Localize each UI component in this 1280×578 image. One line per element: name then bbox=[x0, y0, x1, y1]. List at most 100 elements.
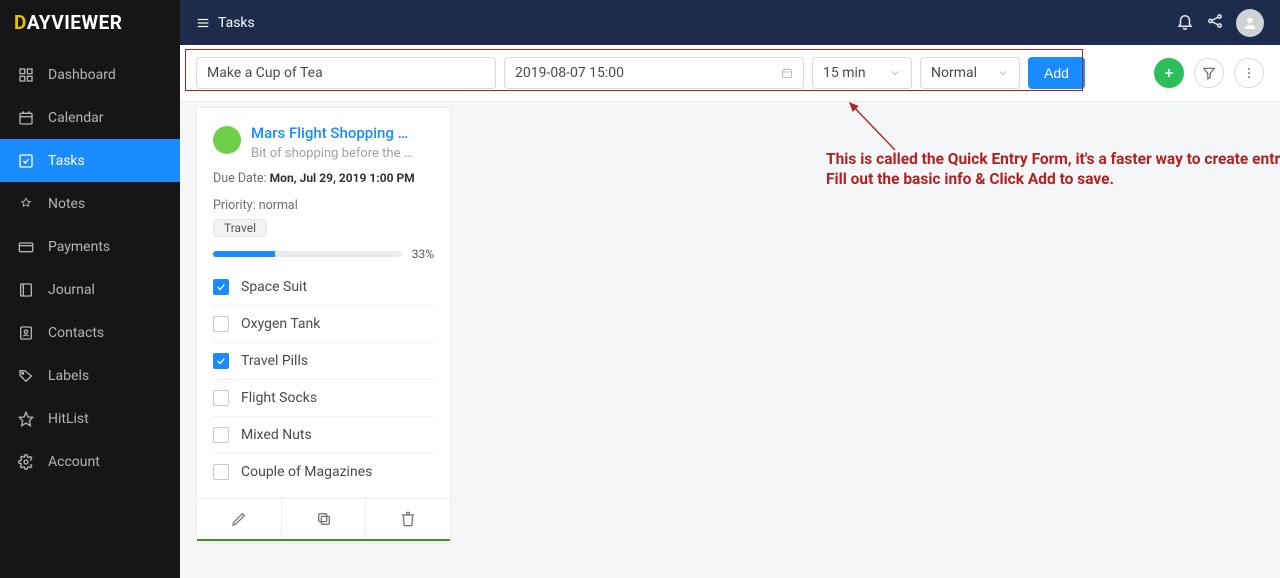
task-card: Mars Flight Shopping … Bit of shopping b… bbox=[196, 107, 451, 542]
sidebar-item-label: Notes bbox=[48, 196, 85, 212]
quickentry-priority-select[interactable]: Normal bbox=[920, 57, 1020, 89]
checklist-label: Mixed Nuts bbox=[241, 427, 312, 443]
checklist-label: Travel Pills bbox=[241, 353, 308, 369]
checklist-label: Space Suit bbox=[241, 279, 307, 295]
brand-d: D bbox=[14, 11, 27, 34]
topbar: Tasks bbox=[180, 0, 1280, 45]
edit-icon bbox=[231, 511, 247, 527]
card-title-link[interactable]: Mars Flight Shopping … bbox=[251, 124, 412, 142]
checkbox[interactable] bbox=[213, 353, 229, 369]
card-copy-button[interactable] bbox=[282, 499, 367, 539]
sidebar-item-account[interactable]: Account bbox=[0, 440, 180, 483]
creditcard-icon bbox=[18, 239, 34, 255]
sidebar-item-labels[interactable]: Labels bbox=[0, 354, 180, 397]
sidebar-item-label: Dashboard bbox=[48, 67, 116, 83]
user-avatar[interactable] bbox=[1236, 9, 1264, 37]
annotation-arrow bbox=[840, 95, 900, 155]
annotation-text: This is called the Quick Entry Form, it'… bbox=[826, 149, 1280, 189]
pin-icon bbox=[18, 196, 34, 212]
notifications-button[interactable] bbox=[1176, 12, 1194, 34]
header-menu-toggle[interactable]: Tasks bbox=[196, 15, 255, 31]
chevron-down-icon bbox=[997, 67, 1009, 79]
sidebar-item-label: HitList bbox=[48, 411, 89, 427]
new-entry-button[interactable] bbox=[1154, 58, 1184, 88]
sidebar-item-hitlist[interactable]: HitList bbox=[0, 397, 180, 440]
checkbox[interactable] bbox=[213, 427, 229, 443]
tag-icon bbox=[18, 368, 34, 384]
check-icon bbox=[216, 282, 226, 292]
add-button[interactable]: Add bbox=[1028, 57, 1085, 89]
more-button[interactable] bbox=[1234, 58, 1264, 88]
card-subtitle: Bit of shopping before the … bbox=[251, 146, 412, 161]
checklist-label: Oxygen Tank bbox=[241, 316, 320, 332]
brand-rest: AYVIEWER bbox=[27, 11, 123, 34]
card-footer bbox=[197, 498, 450, 539]
sidebar-item-label: Journal bbox=[48, 282, 95, 298]
sidebar-item-label: Payments bbox=[48, 239, 110, 255]
book-icon bbox=[18, 282, 34, 298]
card-avatar bbox=[213, 126, 241, 154]
checkbox[interactable] bbox=[213, 316, 229, 332]
sidebar-item-contacts[interactable]: Contacts bbox=[0, 311, 180, 354]
card-edit-button[interactable] bbox=[197, 499, 282, 539]
toolbar-right bbox=[1154, 58, 1264, 88]
quick-entry-form: Make a Cup of Tea 2019-08-07 15:00 15 mi… bbox=[180, 45, 1280, 102]
sidebar-nav: Dashboard Calendar Tasks Notes Payments … bbox=[0, 53, 180, 483]
more-vertical-icon bbox=[1242, 66, 1256, 80]
checkbox[interactable] bbox=[213, 464, 229, 480]
chevron-down-icon bbox=[889, 67, 901, 79]
prio-value: normal bbox=[259, 198, 298, 213]
user-icon bbox=[1242, 15, 1258, 31]
share-button[interactable] bbox=[1206, 12, 1224, 34]
bell-icon bbox=[1176, 12, 1194, 30]
checkbox[interactable] bbox=[213, 390, 229, 406]
sidebar-item-label: Account bbox=[48, 454, 100, 470]
contacts-icon bbox=[18, 325, 34, 341]
copy-icon bbox=[316, 511, 332, 527]
progress-percent: 33% bbox=[412, 247, 434, 261]
sidebar-item-journal[interactable]: Journal bbox=[0, 268, 180, 311]
card-tag[interactable]: Travel bbox=[213, 219, 267, 237]
checklist: Space Suit Oxygen Tank Travel Pills Flig… bbox=[197, 265, 450, 498]
sidebar-item-tasks[interactable]: Tasks bbox=[0, 139, 180, 182]
brand-logo: DAYVIEWER bbox=[0, 0, 180, 45]
checklist-item[interactable]: Oxygen Tank bbox=[213, 306, 434, 343]
progress-bar bbox=[213, 251, 402, 257]
date-value: 2019-08-07 15:00 bbox=[515, 65, 624, 81]
main-area: Make a Cup of Tea 2019-08-07 15:00 15 mi… bbox=[180, 45, 1280, 578]
select-value: Normal bbox=[931, 65, 977, 81]
checklist-item[interactable]: Couple of Magazines bbox=[213, 454, 434, 490]
checklist-item[interactable]: Space Suit bbox=[213, 269, 434, 306]
sidebar-item-payments[interactable]: Payments bbox=[0, 225, 180, 268]
select-value: 15 min bbox=[823, 65, 866, 81]
filter-button[interactable] bbox=[1194, 58, 1224, 88]
dashboard-icon bbox=[18, 67, 34, 83]
card-delete-button[interactable] bbox=[366, 499, 450, 539]
quickentry-title-input[interactable]: Make a Cup of Tea bbox=[196, 57, 496, 89]
checklist-label: Couple of Magazines bbox=[241, 464, 372, 480]
calendar-icon bbox=[781, 67, 793, 79]
sidebar-item-label: Labels bbox=[48, 368, 89, 384]
checklist-label: Flight Socks bbox=[241, 390, 317, 406]
check-icon bbox=[216, 356, 226, 366]
sidebar-item-label: Contacts bbox=[48, 325, 104, 341]
sidebar-item-calendar[interactable]: Calendar bbox=[0, 96, 180, 139]
menu-icon bbox=[196, 16, 210, 30]
plus-icon bbox=[1162, 66, 1176, 80]
quickentry-date-input[interactable]: 2019-08-07 15:00 bbox=[504, 57, 804, 89]
star-icon bbox=[18, 411, 34, 427]
prio-label: Priority: bbox=[213, 198, 259, 213]
sidebar-item-notes[interactable]: Notes bbox=[0, 182, 180, 225]
sidebar-item-dashboard[interactable]: Dashboard bbox=[0, 53, 180, 96]
sidebar-item-label: Calendar bbox=[48, 110, 104, 126]
checkbox-icon bbox=[18, 153, 34, 169]
card-underline bbox=[197, 539, 450, 541]
due-label: Due Date: bbox=[213, 171, 270, 186]
calendar-icon bbox=[18, 110, 34, 126]
sidebar-item-label: Tasks bbox=[48, 153, 85, 169]
checkbox[interactable] bbox=[213, 279, 229, 295]
checklist-item[interactable]: Mixed Nuts bbox=[213, 417, 434, 454]
quickentry-duration-select[interactable]: 15 min bbox=[812, 57, 912, 89]
checklist-item[interactable]: Flight Socks bbox=[213, 380, 434, 417]
checklist-item[interactable]: Travel Pills bbox=[213, 343, 434, 380]
